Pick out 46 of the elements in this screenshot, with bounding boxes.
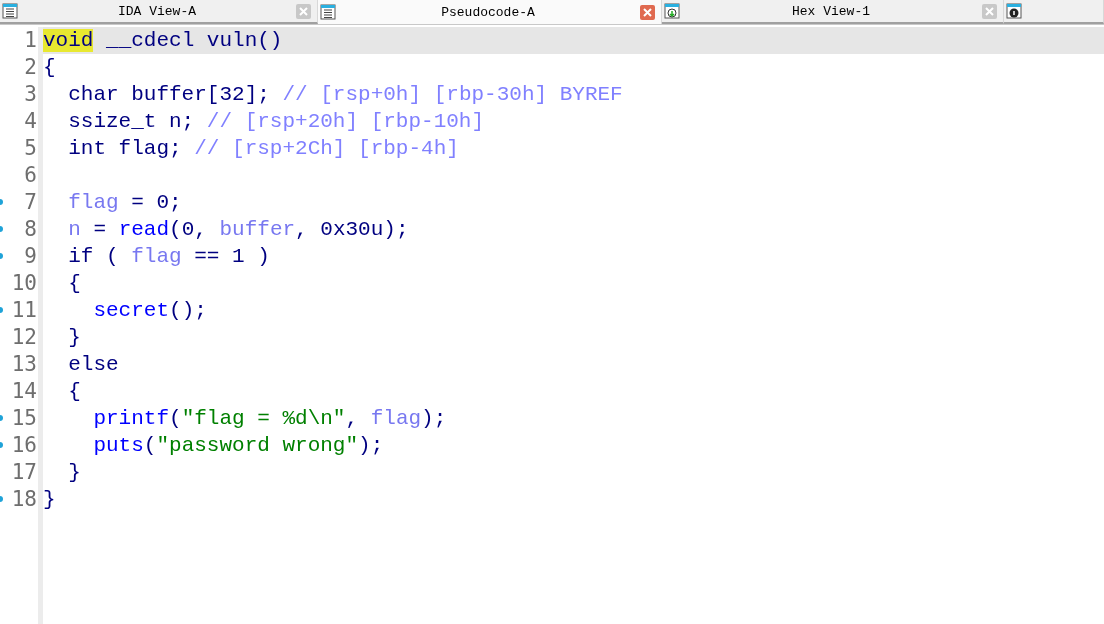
code-line: if ( flag == 1 ) xyxy=(67,244,270,270)
line-number: 18 xyxy=(11,486,38,513)
code-line: void __cdecl vuln() xyxy=(43,28,283,54)
line-number: 16 xyxy=(11,432,38,459)
editor-tab[interactable]: Hex View-1 xyxy=(662,0,1004,24)
tab-icon xyxy=(664,3,680,19)
line-number: 4 xyxy=(24,108,38,135)
line-number: 7 xyxy=(24,189,38,216)
line-number: 9 xyxy=(24,243,38,270)
code-line: secret(); xyxy=(92,298,207,324)
line-number: 3 xyxy=(24,81,38,108)
code-line: { xyxy=(43,55,56,81)
line-number: 15 xyxy=(11,405,38,432)
line-number: 5 xyxy=(24,135,38,162)
line-number: 13 xyxy=(11,351,38,378)
line-number: 17 xyxy=(11,459,38,486)
code-line: flag = 0; xyxy=(67,190,182,216)
code-line: { xyxy=(67,379,81,405)
close-icon[interactable] xyxy=(982,3,997,19)
code-line: puts("password wrong"); xyxy=(92,433,384,459)
line-number: 2 xyxy=(24,54,38,81)
line-number: 6 xyxy=(24,162,38,189)
close-icon[interactable] xyxy=(640,4,655,20)
tab-icon xyxy=(2,3,18,19)
line-number: 8 xyxy=(24,216,38,243)
code-line: ssize_t n; // [rsp+20h] [rbp-10h] xyxy=(67,109,485,135)
editor-tab[interactable]: IDA View-A xyxy=(0,0,318,24)
code-line: n = read(0, buffer, 0x30u); xyxy=(67,217,409,243)
code-line: } xyxy=(43,487,56,513)
code-line: } xyxy=(67,460,81,486)
code-line: int flag; // [rsp+2Ch] [rbp-4h] xyxy=(67,136,459,162)
editor-tab[interactable]: Pseudocode-A xyxy=(318,0,662,24)
line-number: 10 xyxy=(11,270,38,297)
line-number: 11 xyxy=(11,297,38,324)
code-line: { xyxy=(67,271,81,297)
tab-icon xyxy=(1006,3,1022,19)
line-number: 1 xyxy=(24,27,38,54)
code-line: else xyxy=(67,352,119,378)
code-line: char buffer[32]; // [rsp+0h] [rbp-30h] BYREF xyxy=(67,82,623,108)
line-number: 14 xyxy=(11,378,38,405)
close-icon[interactable] xyxy=(296,3,311,19)
editor-tab[interactable] xyxy=(1004,0,1104,24)
tab-icon xyxy=(320,4,336,20)
code-line: } xyxy=(67,325,81,351)
line-number: 12 xyxy=(11,324,38,351)
code-line: printf("flag = %d\n", flag); xyxy=(92,406,447,432)
